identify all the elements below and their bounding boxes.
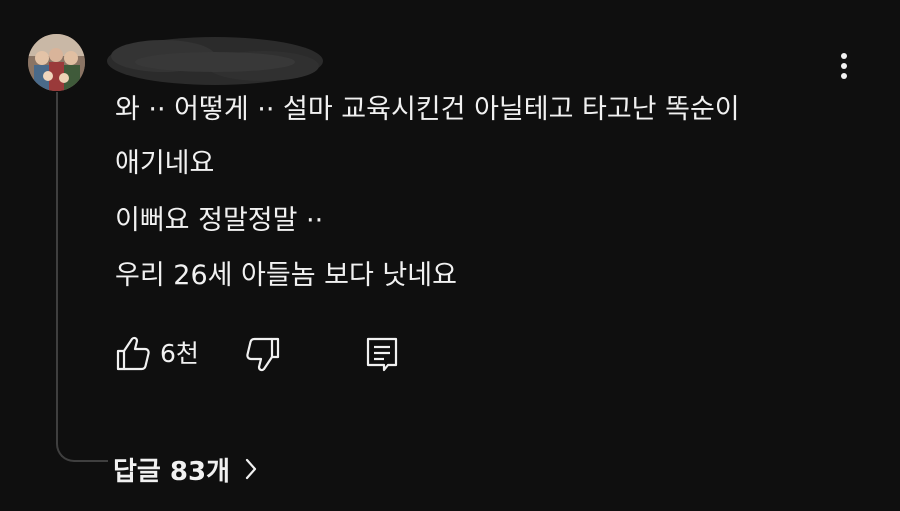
view-replies-button[interactable]: 답글 83개	[113, 449, 258, 489]
like-count: 6천	[160, 339, 199, 368]
comment-text-line: 우리 26세 아들놈 보다 낫네요	[115, 260, 457, 291]
reply-button[interactable]	[362, 334, 402, 374]
comment-text-line: 와 ·· 어떻게 ·· 설마 교육시킨건 아닐테고 타고난 똑순이	[115, 94, 740, 125]
thumbs-down-icon	[246, 337, 280, 372]
comment-text-line: 애기네요	[115, 148, 215, 179]
replies-label: 답글 83개	[113, 456, 230, 487]
redacted-username	[107, 37, 323, 85]
like-button[interactable]	[113, 334, 153, 374]
vertical-dots-icon	[841, 53, 847, 79]
thumbs-up-icon	[116, 336, 150, 371]
more-options-button[interactable]	[826, 44, 862, 88]
dislike-button[interactable]	[243, 334, 283, 374]
comment-text-line: 이뻐요 정말정말 ··	[115, 205, 324, 236]
chevron-right-icon	[244, 457, 258, 481]
avatar[interactable]	[28, 34, 85, 91]
comment-reply-icon	[366, 337, 398, 372]
thread-line	[56, 92, 108, 462]
